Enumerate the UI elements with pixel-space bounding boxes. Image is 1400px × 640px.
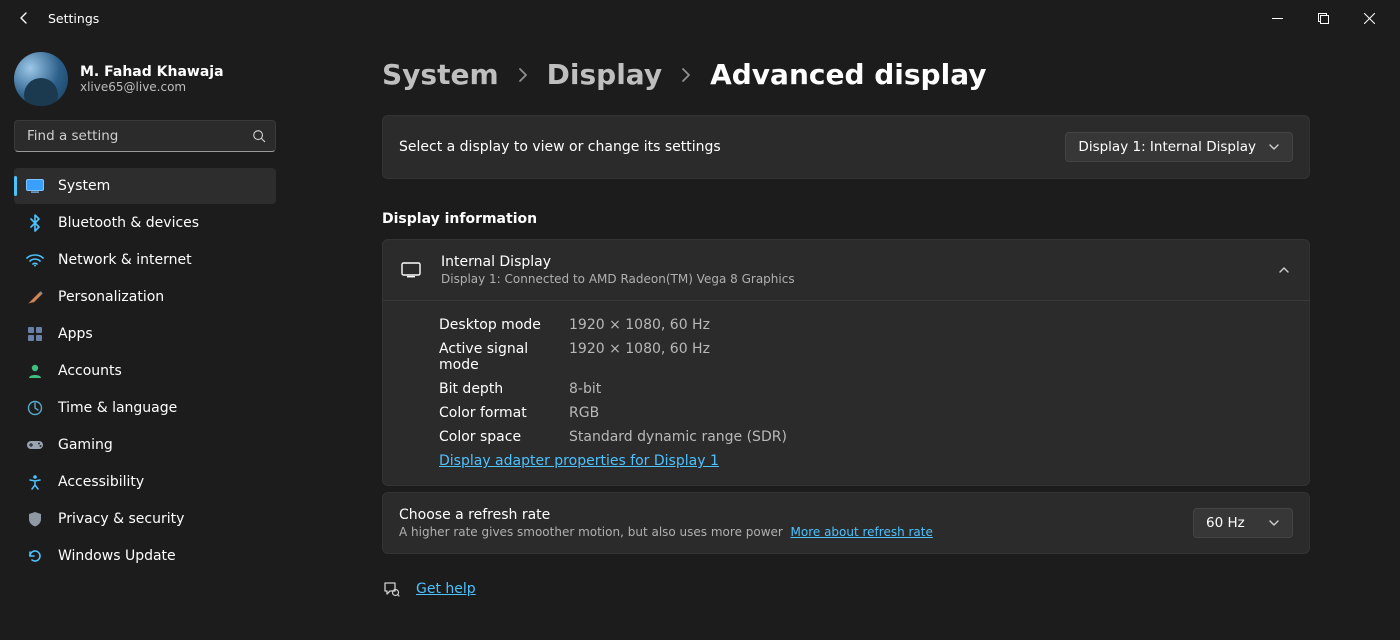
chevron-up-icon bbox=[1277, 263, 1291, 277]
search-wrap bbox=[14, 120, 276, 152]
breadcrumb-display[interactable]: Display bbox=[547, 58, 662, 91]
sidebar-item-label: Gaming bbox=[58, 437, 113, 453]
paintbrush-icon bbox=[26, 289, 44, 305]
prop-key: Color space bbox=[439, 429, 569, 445]
sidebar-item-system[interactable]: System bbox=[14, 168, 276, 204]
search-input[interactable] bbox=[14, 120, 276, 152]
shield-icon bbox=[26, 511, 44, 527]
sidebar-item-label: Privacy & security bbox=[58, 511, 184, 527]
chevron-right-icon bbox=[517, 66, 529, 84]
prop-key: Color format bbox=[439, 405, 569, 421]
close-icon bbox=[1364, 13, 1375, 24]
window-minimize-button[interactable] bbox=[1254, 2, 1300, 34]
apps-icon bbox=[26, 326, 44, 342]
prop-value: 8-bit bbox=[569, 381, 601, 397]
wifi-icon bbox=[26, 253, 44, 267]
sidebar-item-label: Personalization bbox=[58, 289, 164, 305]
sidebar-item-label: Bluetooth & devices bbox=[58, 215, 199, 231]
sidebar-item-label: Accessibility bbox=[58, 474, 144, 490]
display-information-card: Internal Display Display 1: Connected to… bbox=[382, 239, 1310, 486]
chevron-down-icon bbox=[1268, 141, 1280, 153]
prop-value: Standard dynamic range (SDR) bbox=[569, 429, 787, 445]
breadcrumb: System Display Advanced display bbox=[382, 58, 1310, 91]
avatar bbox=[14, 52, 68, 106]
sidebar-item-personalization[interactable]: Personalization bbox=[14, 279, 276, 315]
gamepad-icon bbox=[26, 439, 44, 451]
refresh-rate-dropdown[interactable]: 60 Hz bbox=[1193, 508, 1293, 538]
sidebar-item-gaming[interactable]: Gaming bbox=[14, 427, 276, 463]
profile-block[interactable]: M. Fahad Khawaja xlive65@live.com bbox=[14, 46, 276, 120]
prop-row: Color formatRGB bbox=[439, 401, 1291, 425]
sidebar-item-label: Windows Update bbox=[58, 548, 176, 564]
sidebar-item-accounts[interactable]: Accounts bbox=[14, 353, 276, 389]
sidebar-item-label: Network & internet bbox=[58, 252, 192, 268]
prop-value: RGB bbox=[569, 405, 599, 421]
display-selector-label: Select a display to view or change its s… bbox=[399, 139, 721, 155]
sidebar-item-windows-update[interactable]: Windows Update bbox=[14, 538, 276, 574]
globe-clock-icon bbox=[26, 400, 44, 416]
refresh-rate-subtitle: A higher rate gives smoother motion, but… bbox=[399, 525, 933, 539]
sidebar-item-apps[interactable]: Apps bbox=[14, 316, 276, 352]
prop-row: Bit depth8-bit bbox=[439, 377, 1291, 401]
sidebar-item-accessibility[interactable]: Accessibility bbox=[14, 464, 276, 500]
prop-row: Color spaceStandard dynamic range (SDR) bbox=[439, 425, 1291, 449]
sidebar-item-label: Apps bbox=[58, 326, 93, 342]
window-maximize-button[interactable] bbox=[1300, 2, 1346, 34]
profile-email: xlive65@live.com bbox=[80, 80, 224, 94]
monitor-icon bbox=[401, 262, 421, 278]
more-about-refresh-rate-link[interactable]: More about refresh rate bbox=[791, 525, 933, 539]
refresh-rate-card: Choose a refresh rate A higher rate give… bbox=[382, 492, 1310, 554]
chevron-down-icon bbox=[1268, 517, 1280, 529]
nav: System Bluetooth & devices Network & int… bbox=[14, 168, 276, 574]
update-icon bbox=[26, 548, 44, 564]
person-icon bbox=[26, 363, 44, 379]
titlebar: Settings bbox=[0, 0, 1400, 36]
breadcrumb-system[interactable]: System bbox=[382, 58, 499, 91]
display-selector-dropdown[interactable]: Display 1: Internal Display bbox=[1065, 132, 1293, 162]
prop-row: Active signal mode1920 × 1080, 60 Hz bbox=[439, 337, 1291, 377]
display-info-subtitle: Display 1: Connected to AMD Radeon(TM) V… bbox=[441, 272, 795, 286]
get-help-link[interactable]: Get help bbox=[416, 581, 476, 597]
get-help-row: Get help bbox=[382, 580, 1310, 598]
prop-key: Desktop mode bbox=[439, 317, 569, 333]
display-icon bbox=[26, 179, 44, 193]
refresh-rate-title: Choose a refresh rate bbox=[399, 507, 933, 523]
prop-value: 1920 × 1080, 60 Hz bbox=[569, 341, 710, 373]
display-adapter-link[interactable]: Display adapter properties for Display 1 bbox=[439, 449, 719, 469]
sidebar-item-privacy[interactable]: Privacy & security bbox=[14, 501, 276, 537]
prop-key: Bit depth bbox=[439, 381, 569, 397]
window-close-button[interactable] bbox=[1346, 2, 1392, 34]
profile-name: M. Fahad Khawaja bbox=[80, 64, 224, 80]
sidebar: M. Fahad Khawaja xlive65@live.com System… bbox=[0, 36, 290, 640]
app-title: Settings bbox=[48, 11, 99, 26]
display-info-props: Desktop mode1920 × 1080, 60 Hz Active si… bbox=[383, 301, 1309, 485]
display-info-title: Internal Display bbox=[441, 254, 795, 270]
main: System Display Advanced display Select a… bbox=[290, 36, 1400, 640]
sidebar-item-network[interactable]: Network & internet bbox=[14, 242, 276, 278]
sidebar-item-bluetooth[interactable]: Bluetooth & devices bbox=[14, 205, 276, 241]
display-selector-card: Select a display to view or change its s… bbox=[382, 115, 1310, 179]
maximize-icon bbox=[1318, 13, 1329, 24]
sidebar-item-label: System bbox=[58, 178, 110, 194]
accessibility-icon bbox=[26, 474, 44, 490]
sidebar-item-label: Time & language bbox=[58, 400, 177, 416]
display-info-header[interactable]: Internal Display Display 1: Connected to… bbox=[383, 240, 1309, 300]
sidebar-item-time-language[interactable]: Time & language bbox=[14, 390, 276, 426]
prop-value: 1920 × 1080, 60 Hz bbox=[569, 317, 710, 333]
bluetooth-icon bbox=[26, 214, 44, 232]
display-selector-value: Display 1: Internal Display bbox=[1078, 139, 1256, 155]
prop-row: Desktop mode1920 × 1080, 60 Hz bbox=[439, 313, 1291, 337]
help-icon bbox=[382, 580, 400, 598]
arrow-left-icon bbox=[16, 10, 32, 26]
sidebar-item-label: Accounts bbox=[58, 363, 122, 379]
refresh-rate-value: 60 Hz bbox=[1206, 515, 1245, 531]
breadcrumb-current: Advanced display bbox=[710, 58, 986, 91]
section-display-information: Display information bbox=[382, 211, 1310, 227]
chevron-right-icon bbox=[680, 66, 692, 84]
prop-key: Active signal mode bbox=[439, 341, 569, 373]
search-icon bbox=[252, 129, 266, 143]
back-button[interactable] bbox=[8, 2, 40, 34]
minimize-icon bbox=[1272, 13, 1283, 24]
refresh-rate-subtitle-text: A higher rate gives smoother motion, but… bbox=[399, 525, 783, 539]
